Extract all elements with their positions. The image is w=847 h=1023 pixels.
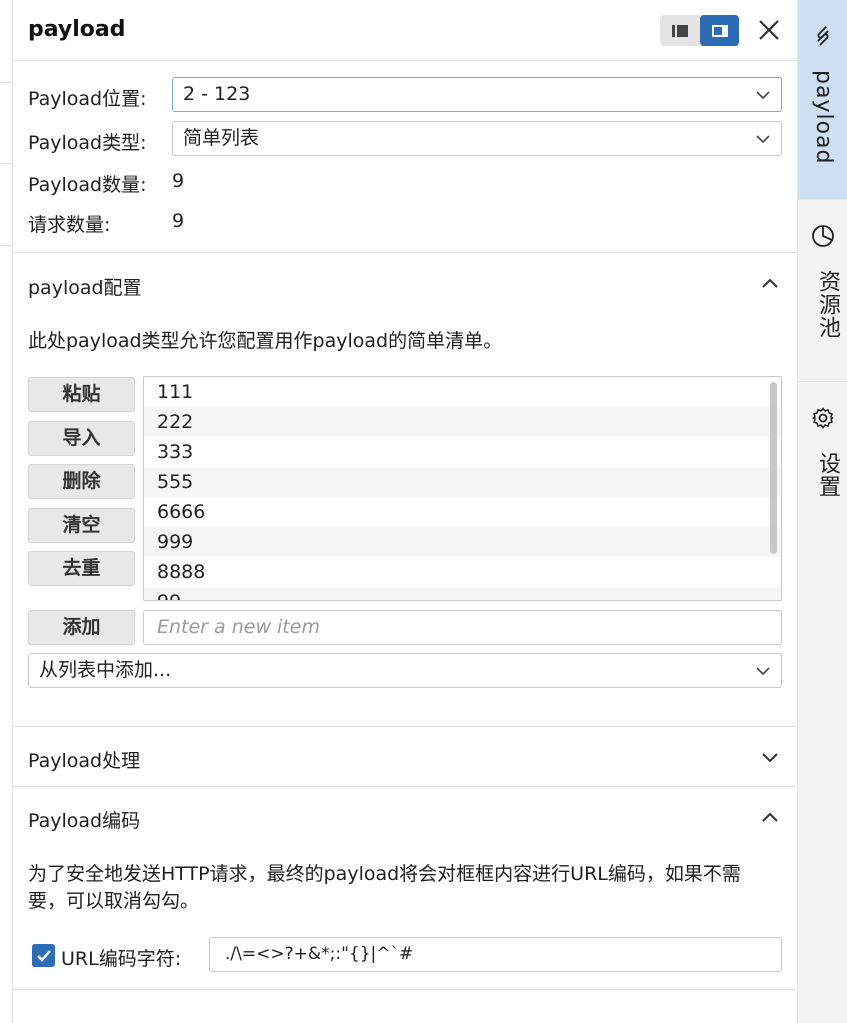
checkmark-icon — [36, 949, 51, 962]
sidebar-layout-icon — [671, 24, 688, 37]
sidebar-tab-resources[interactable]: 资源池 — [798, 200, 847, 382]
sidebar-tab-settings[interactable]: 设置 — [798, 382, 847, 532]
layout-left-button[interactable] — [660, 15, 699, 46]
list-scrollbar[interactable] — [770, 382, 777, 554]
list-item[interactable]: 99 — [144, 587, 781, 600]
payload-count-value: 9 — [172, 170, 185, 192]
list-item[interactable]: 222 — [144, 407, 781, 437]
new-item-placeholder: Enter a new item — [157, 616, 320, 638]
pie-chart-icon — [812, 225, 834, 247]
payload-panel: payload Payload位置: 2 - 123 Payload类型: 简单… — [12, 0, 798, 1023]
add-button[interactable]: 添加 — [28, 610, 135, 645]
processing-section-title: Payload处理 — [28, 750, 141, 772]
list-item[interactable]: 111 — [144, 377, 781, 407]
config-section-header[interactable]: payload配置 — [13, 252, 798, 312]
panel-title: payload — [28, 17, 126, 42]
sidebar-tab-label: 设置 — [815, 452, 840, 498]
edge-divider — [0, 245, 12, 246]
close-button[interactable] — [755, 16, 783, 44]
panel-layout-icon — [711, 24, 728, 37]
chevron-up-icon[interactable] — [760, 807, 780, 827]
config-section-title: payload配置 — [28, 277, 142, 299]
processing-section-header[interactable]: Payload处理 — [13, 726, 798, 786]
url-encode-chars-input[interactable]: ./\=<>?+&*;:"{}|^`# — [209, 937, 782, 972]
type-value: 简单列表 — [183, 127, 260, 149]
sidebar-tab-label: payload — [811, 70, 836, 165]
gear-icon — [812, 407, 834, 429]
payload-icon — [817, 26, 829, 46]
config-description: 此处payload类型允许您配置用作payload的简单清单。 — [28, 330, 503, 352]
left-edge-strip — [0, 0, 12, 1023]
new-item-input[interactable]: Enter a new item — [143, 610, 782, 645]
chevron-down-icon[interactable] — [760, 747, 780, 767]
type-label: Payload类型: — [28, 132, 147, 154]
list-item[interactable]: 8888 — [144, 557, 781, 587]
edge-divider — [0, 163, 12, 164]
edge-divider — [0, 82, 12, 83]
layout-toggle[interactable] — [660, 15, 739, 46]
clear-button[interactable]: 清空 — [28, 508, 135, 543]
encoding-description: 为了安全地发送HTTP请求，最终的payload将会对框框内容进行URL编码，如… — [28, 863, 741, 912]
dedupe-button[interactable]: 去重 — [28, 551, 135, 586]
position-value: 2 - 123 — [183, 83, 251, 105]
list-item[interactable]: 999 — [144, 527, 781, 557]
chevron-down-icon — [756, 91, 770, 100]
list-item[interactable]: 333 — [144, 437, 781, 467]
url-encode-label: URL编码字符: — [61, 948, 182, 970]
sidebar-tab-label: 资源池 — [815, 270, 840, 339]
payload-list[interactable]: 111 222 333 555 6666 999 8888 99 — [143, 376, 782, 601]
panel-bottom-divider — [13, 989, 798, 1023]
close-icon — [759, 20, 779, 40]
add-from-list-select[interactable]: 从列表中添加... — [28, 653, 782, 688]
payload-count-label: Payload数量: — [28, 174, 147, 196]
list-item[interactable]: 6666 — [144, 497, 781, 527]
panel-header: payload — [13, 0, 798, 61]
request-count-value: 9 — [172, 210, 185, 232]
layout-right-button[interactable] — [700, 15, 739, 46]
type-select[interactable]: 简单列表 — [172, 121, 782, 156]
url-encode-checkbox[interactable] — [32, 944, 55, 967]
sidebar-tab-payload[interactable]: payload — [798, 0, 847, 200]
chevron-down-icon — [756, 135, 770, 144]
chevron-up-icon[interactable] — [760, 273, 780, 293]
paste-button[interactable]: 粘贴 — [28, 377, 135, 412]
encoding-section-header[interactable]: Payload编码 — [13, 786, 798, 846]
chevron-down-icon — [756, 667, 770, 676]
request-count-label: 请求数量: — [28, 214, 111, 236]
delete-button[interactable]: 删除 — [28, 464, 135, 499]
add-from-list-label: 从列表中添加... — [39, 659, 172, 681]
list-item[interactable]: 555 — [144, 467, 781, 497]
position-select[interactable]: 2 - 123 — [172, 77, 782, 112]
position-label: Payload位置: — [28, 88, 147, 110]
right-sidebar: payload 资源池 设置 — [797, 0, 847, 1023]
import-button[interactable]: 导入 — [28, 421, 135, 456]
encoding-section-title: Payload编码 — [28, 810, 141, 832]
